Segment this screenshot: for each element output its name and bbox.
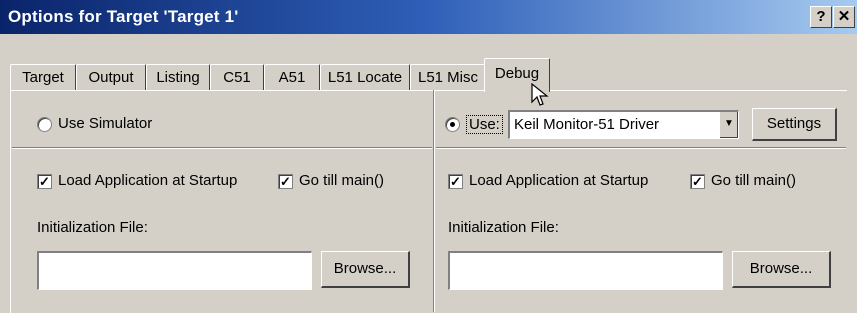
checkmark-icon: ✓ [39, 174, 50, 189]
close-button[interactable]: ✕ [833, 6, 855, 28]
sim-init-file-input[interactable] [37, 251, 312, 290]
sim-browse-button[interactable]: Browse... [321, 251, 410, 288]
tab-target[interactable]: Target [10, 64, 76, 91]
vertical-divider [433, 90, 435, 312]
title-bar: Options for Target 'Target 1' ? ✕ [0, 0, 857, 34]
target-go-till-main-checkbox[interactable]: ✓ [690, 174, 705, 189]
sim-go-till-main-checkbox[interactable]: ✓ [278, 174, 293, 189]
sim-load-app-label: Load Application at Startup [58, 172, 238, 189]
tab-a51[interactable]: A51 [264, 64, 320, 91]
window-title: Options for Target 'Target 1' [8, 7, 239, 26]
target-go-till-main-label: Go till main() [711, 172, 797, 189]
use-driver-label: Use: [466, 115, 503, 134]
driver-select-value: Keil Monitor-51 Driver [514, 116, 660, 133]
sim-load-app-checkbox[interactable]: ✓ [37, 174, 52, 189]
tab-strip: Target Output Listing C51 A51 L51 Locate… [10, 58, 850, 92]
mouse-cursor-icon [531, 82, 549, 106]
target-load-app-checkbox[interactable]: ✓ [448, 174, 463, 189]
chevron-down-icon[interactable]: ▼ [719, 112, 738, 138]
tab-l51-locate[interactable]: L51 Locate [320, 64, 410, 91]
checkmark-icon: ✓ [450, 174, 461, 189]
right-separator [436, 147, 846, 149]
tab-c51[interactable]: C51 [210, 64, 264, 91]
help-button[interactable]: ? [810, 6, 832, 28]
checkmark-icon: ✓ [280, 174, 291, 189]
checkmark-icon: ✓ [692, 174, 703, 189]
driver-select[interactable]: Keil Monitor-51 Driver ▼ [508, 110, 739, 139]
target-load-app-label: Load Application at Startup [469, 172, 649, 189]
sim-init-file-label: Initialization File: [37, 219, 148, 236]
sim-go-till-main-label: Go till main() [299, 172, 385, 189]
tab-listing[interactable]: Listing [146, 64, 210, 91]
use-simulator-radio[interactable] [37, 117, 52, 132]
target-init-file-input[interactable] [448, 251, 723, 290]
use-simulator-label: Use Simulator [58, 115, 153, 132]
target-init-file-label: Initialization File: [448, 219, 559, 236]
tab-output[interactable]: Output [76, 64, 146, 91]
radio-selected-dot [450, 122, 455, 127]
left-separator [12, 147, 432, 149]
use-driver-radio[interactable] [445, 117, 460, 132]
target-browse-button[interactable]: Browse... [732, 251, 831, 288]
tab-l51-misc[interactable]: L51 Misc [410, 64, 486, 91]
settings-button[interactable]: Settings [752, 108, 837, 141]
